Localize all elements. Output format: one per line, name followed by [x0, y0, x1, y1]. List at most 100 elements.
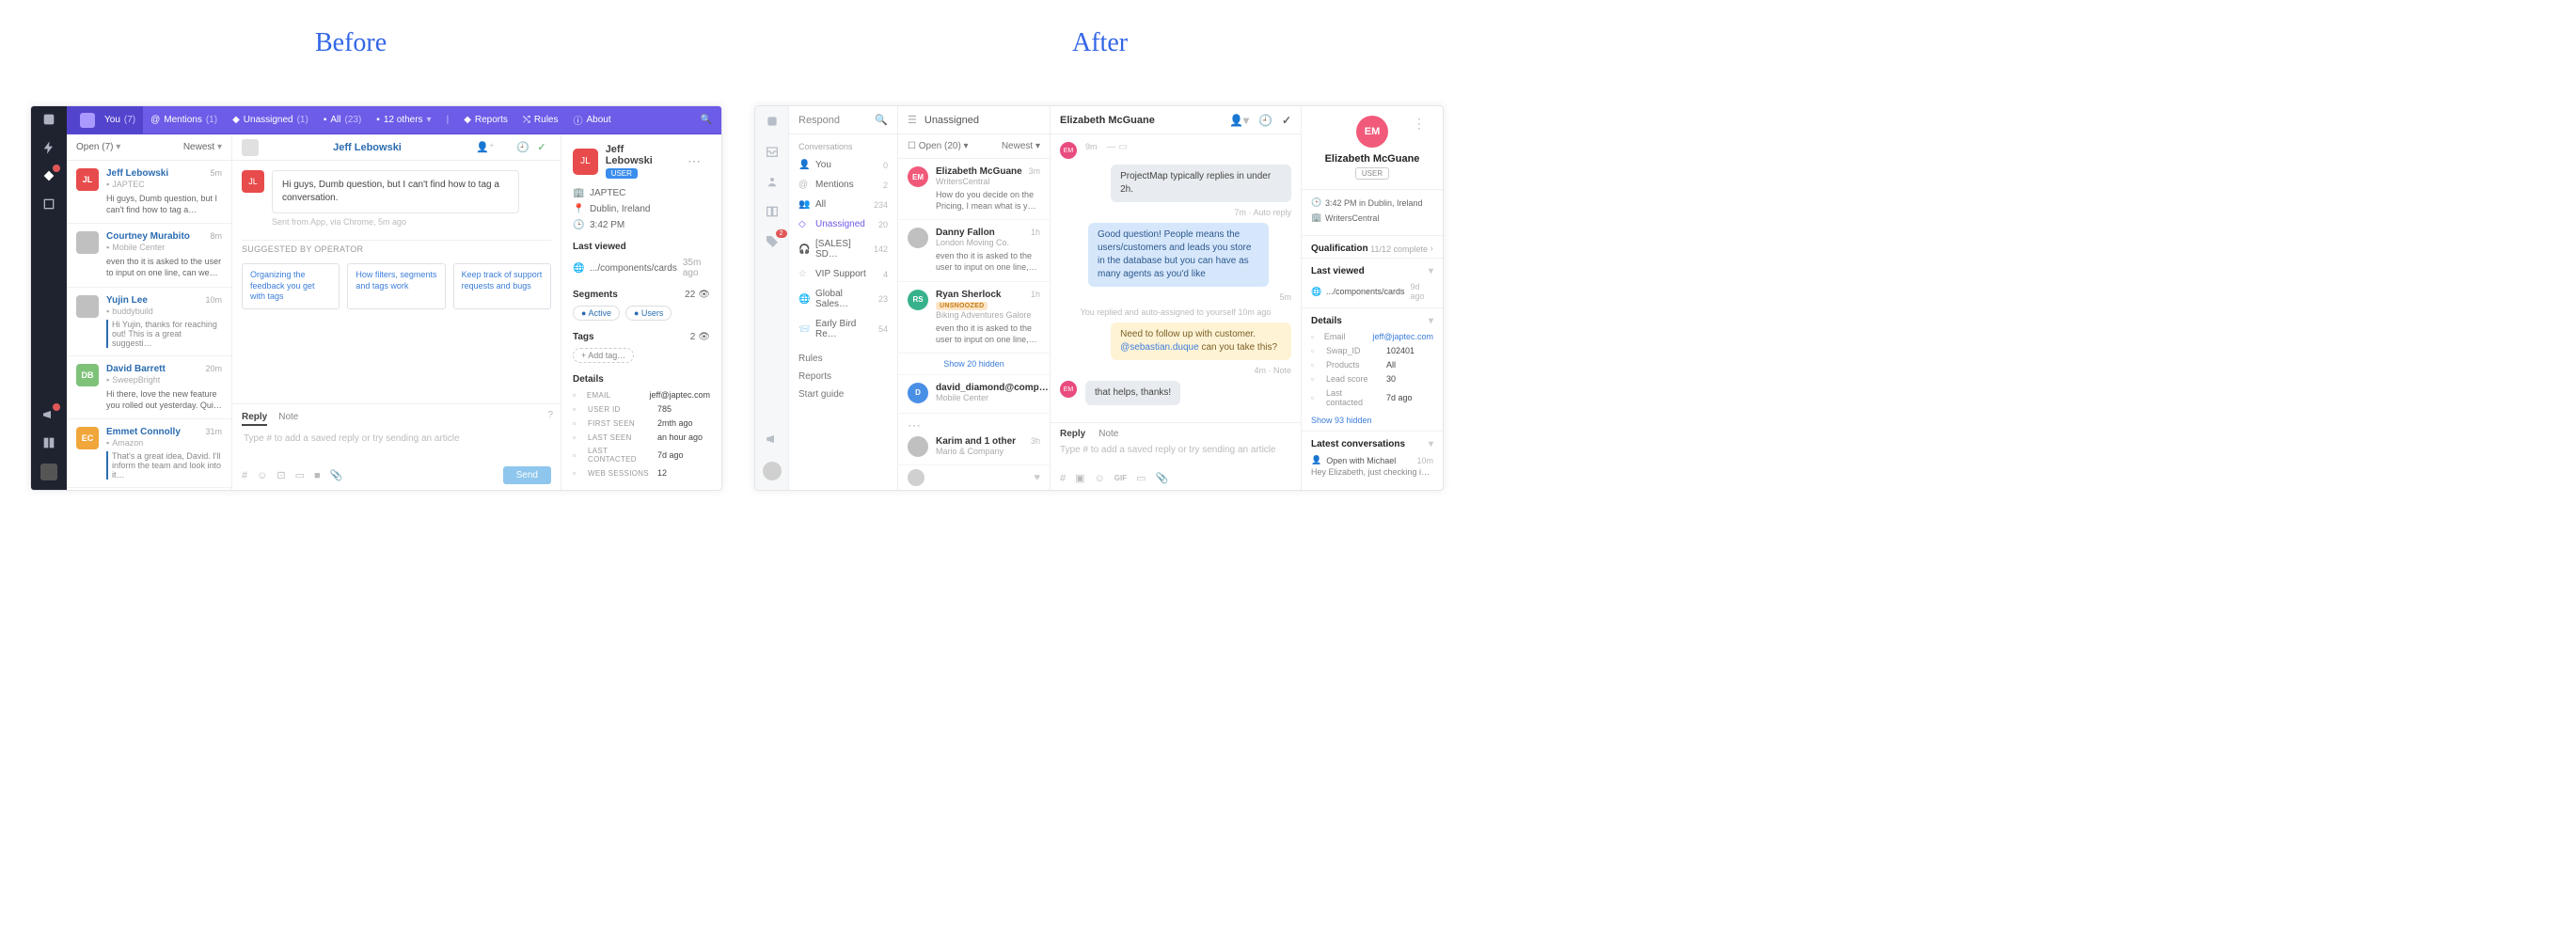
emoji-icon[interactable]: ☺ [1095, 473, 1105, 484]
nav-item-mentions[interactable]: @Mentions2 [789, 175, 897, 195]
segment-pill[interactable]: ● Active [573, 306, 620, 321]
sort-newest[interactable]: Newest ▾ [1002, 141, 1040, 151]
nav-item--sales-sd-[interactable]: 🎧[SALES] SD…142 [789, 234, 897, 264]
box-icon[interactable] [41, 197, 56, 212]
add-participant-icon[interactable]: 👤⁺ [476, 141, 495, 153]
tab-note[interactable]: Note [1098, 429, 1118, 439]
suggestion-card[interactable]: Organizing the feedback you get with tag… [242, 263, 340, 309]
help-icon[interactable]: ? [547, 410, 553, 420]
video-icon[interactable]: ■ [314, 470, 321, 481]
logo-icon[interactable] [765, 114, 780, 129]
conversation-item[interactable]: Courtney Murabito8m▪Mobile Centereven th… [67, 224, 231, 287]
tab-note[interactable]: Note [278, 410, 298, 426]
suggestion-card[interactable]: How filters, segments and tags work [347, 263, 445, 309]
conversation-item[interactable]: JLJeff Lebowski5m▪JAPTECHi guys, Dumb qu… [67, 161, 231, 224]
search-icon[interactable]: 🔍 [875, 114, 888, 126]
chevron-right-icon[interactable]: › [1430, 244, 1433, 254]
last-viewed-header[interactable]: Last viewed [1311, 266, 1365, 276]
menu-icon[interactable]: ☰ [908, 114, 917, 126]
snooze-icon[interactable]: 🕘 [514, 141, 532, 153]
filter-open[interactable]: ☐ Open (20) ▾ [908, 141, 969, 151]
gif-icon[interactable]: GIF [1114, 474, 1127, 482]
eye-icon[interactable]: 👁 [698, 290, 710, 300]
conversation-item[interactable]: EMElizabeth McGuane3mWritersCentralHow d… [898, 159, 1050, 220]
composer-input[interactable]: Type # to add a saved reply or try sendi… [1060, 439, 1291, 472]
conversation-footer-item[interactable]: Karim and 1 other3hMario & Company [898, 429, 1050, 465]
close-icon[interactable]: ✓ [532, 141, 551, 153]
chevron-down-icon[interactable]: ▾ [1429, 266, 1433, 276]
conversation-item[interactable]: Ddavid_diamond@comp…1hMobile Center [898, 375, 1050, 414]
attachment-icon[interactable]: 📎 [1156, 472, 1169, 484]
search-icon[interactable]: 🔍 [691, 115, 721, 125]
image-icon[interactable]: ▭ [295, 469, 305, 481]
latest-conv-header[interactable]: Latest conversations [1311, 439, 1405, 449]
topbar-others[interactable]: ▪12 others▾ [369, 106, 438, 134]
chevron-down-icon[interactable]: ▾ [1429, 316, 1433, 326]
composer-input[interactable]: Type # to add a saved reply or try sendi… [242, 426, 551, 466]
snooze-icon[interactable]: 🕘 [1258, 114, 1272, 127]
book-icon[interactable] [765, 204, 780, 219]
nav-item-global-sales-[interactable]: 🌐Global Sales…23 [789, 284, 897, 314]
conversation-item[interactable]: Danny Fallon1hLondon Moving Co.even tho … [898, 220, 1050, 281]
tab-reply[interactable]: Reply [242, 410, 267, 426]
image-icon[interactable]: ▭ [1136, 472, 1146, 484]
send-button[interactable]: Send [503, 466, 551, 484]
details-header[interactable]: Details [1311, 316, 1342, 326]
qualification-header[interactable]: Qualification [1311, 244, 1368, 254]
topbar-rules[interactable]: ⤭Rules [515, 106, 566, 134]
people-icon[interactable] [765, 174, 780, 189]
eye-icon[interactable]: 👁 [698, 332, 710, 342]
more-icon[interactable]: ⋯ [678, 149, 710, 173]
filter-open[interactable]: Open (7) ▾ [76, 142, 120, 152]
topbar-all[interactable]: ▪All(23) [316, 106, 369, 134]
logo-icon[interactable] [41, 112, 56, 127]
mention[interactable]: @sebastian.duque [1120, 342, 1199, 353]
nav-item-vip-support[interactable]: ☆VIP Support4 [789, 264, 897, 284]
nav-link[interactable]: Reports [798, 368, 888, 385]
chevron-down-icon[interactable]: ▾ [1429, 439, 1433, 449]
more-icon[interactable]: ⋯ [898, 414, 1050, 429]
sort-newest[interactable]: Newest ▾ [183, 142, 222, 152]
more-icon[interactable]: ⋮ [1403, 112, 1435, 135]
nav-link[interactable]: Start guide [798, 385, 888, 403]
nav-link[interactable]: Rules [798, 350, 888, 368]
nav-item-early-bird-re-[interactable]: 📨Early Bird Re…54 [789, 314, 897, 344]
show-hidden-link[interactable]: Show 93 hidden [1302, 414, 1443, 431]
close-icon[interactable]: ✓ [1282, 114, 1291, 127]
hash-icon[interactable]: # [1060, 473, 1066, 484]
topbar-mentions[interactable]: @Mentions(1) [143, 106, 225, 134]
megaphone-icon[interactable] [41, 407, 56, 422]
topbar-unassigned[interactable]: ◆Unassigned(1) [225, 106, 316, 134]
tab-reply[interactable]: Reply [1060, 429, 1085, 439]
emoji-icon[interactable]: ☺ [257, 470, 267, 481]
assign-icon[interactable]: 👤▾ [1229, 114, 1249, 127]
user-avatar[interactable] [763, 462, 782, 480]
conversation-item[interactable]: ZZandi30m▪Kentico Cloud [67, 488, 231, 490]
gif-icon[interactable]: ⊡ [277, 469, 285, 481]
followers-avatar[interactable] [908, 469, 925, 486]
nav-item-all[interactable]: 👥All234 [789, 195, 897, 214]
conversation-item[interactable]: DBDavid Barrett20m▪SweepBrightHi there, … [67, 356, 231, 419]
show-hidden-link[interactable]: Show 20 hidden [898, 354, 1050, 375]
megaphone-icon[interactable] [765, 432, 780, 447]
conversation-item[interactable]: RSRyan Sherlock UNSNOOZED1hBiking Advent… [898, 282, 1050, 354]
nav-item-you[interactable]: 👤You0 [789, 155, 897, 175]
segment-pill[interactable]: ● Users [625, 306, 672, 321]
book-icon[interactable] [41, 435, 56, 450]
heart-icon[interactable]: ♥ [1034, 472, 1040, 483]
suggestion-card[interactable]: Keep track of support requests and bugs [453, 263, 551, 309]
bookmark-icon[interactable]: ▣ [1075, 472, 1084, 484]
lightning-icon[interactable] [41, 140, 56, 155]
attachment-icon[interactable]: 📎 [330, 469, 343, 481]
tag-icon[interactable]: 2 [765, 234, 780, 249]
hash-icon[interactable]: # [242, 470, 247, 481]
tag-icon[interactable] [41, 168, 56, 183]
topbar-reports[interactable]: ◆Reports [456, 106, 515, 134]
user-avatar[interactable] [40, 464, 57, 480]
inbox-icon[interactable] [765, 144, 780, 159]
topbar-you[interactable]: You(7) [67, 106, 143, 134]
nav-item-unassigned[interactable]: ◇Unassigned20 [789, 214, 897, 234]
conversation-item[interactable]: ECEmmet Connolly31m▪AmazonThat's a great… [67, 419, 231, 488]
topbar-about[interactable]: ⓘAbout [565, 106, 618, 134]
add-tag-button[interactable]: + Add tag… [573, 348, 634, 363]
